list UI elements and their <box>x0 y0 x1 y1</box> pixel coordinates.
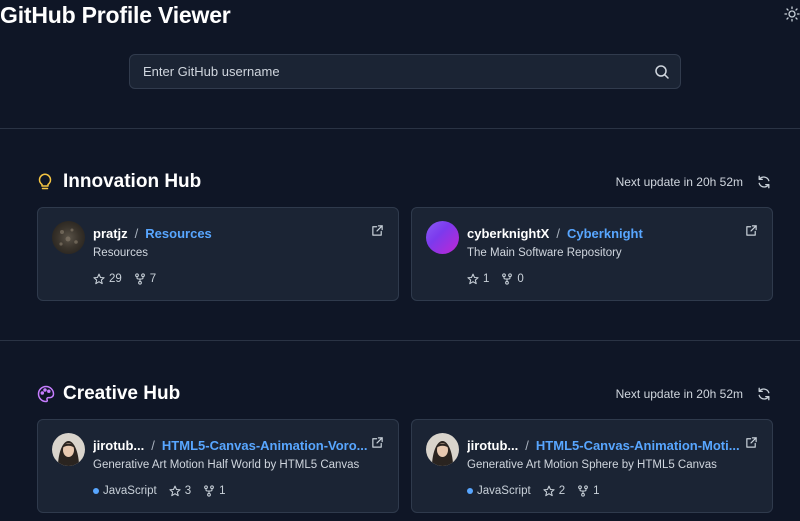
lightbulb-icon <box>37 172 55 192</box>
refresh-icon <box>758 175 770 189</box>
external-link-icon[interactable] <box>371 436 384 449</box>
repo-owner[interactable]: jirotub... <box>467 438 518 453</box>
repo-name-link[interactable]: Cyberknight <box>567 226 643 241</box>
hub-title: Creative Hub <box>63 383 181 404</box>
language-dot <box>93 488 99 494</box>
page-title: GitHub Profile Viewer <box>0 2 231 28</box>
repo-owner[interactable]: jirotub... <box>93 438 144 453</box>
divider <box>0 128 800 129</box>
repo-owner[interactable]: pratjz <box>93 226 128 241</box>
star-icon <box>467 273 479 285</box>
repo-description: The Main Software Repository <box>467 247 622 259</box>
search-bar <box>129 54 681 89</box>
star-icon <box>169 485 181 497</box>
repo-name-link[interactable]: HTML5-Canvas-Animation-Moti... <box>536 438 740 453</box>
hub-title: Innovation Hub <box>63 171 202 192</box>
external-link-icon[interactable] <box>745 224 758 237</box>
avatar <box>52 221 85 254</box>
repo-description: Generative Art Motion Half World by HTML… <box>93 459 360 471</box>
fork-count: 1 <box>577 485 600 497</box>
repo-name-link[interactable]: HTML5-Canvas-Animation-Voro... <box>162 438 368 453</box>
star-icon <box>543 485 555 497</box>
avatar <box>426 221 459 254</box>
repo-description: Generative Art Motion Sphere by HTML5 Ca… <box>467 459 717 471</box>
separator: / <box>556 225 560 241</box>
refresh-button[interactable] <box>757 386 773 402</box>
search-input[interactable] <box>130 64 644 79</box>
star-count: 1 <box>467 273 489 285</box>
separator: / <box>525 437 529 453</box>
search-icon <box>655 64 669 79</box>
external-link-icon[interactable] <box>371 224 384 237</box>
palette-icon <box>37 384 55 404</box>
separator: / <box>151 437 155 453</box>
hub-header-creative: Creative Hub Next update in 20h 52m <box>37 379 773 409</box>
next-update-text: Next update in 20h 52m <box>615 387 743 401</box>
language: JavaScript <box>93 485 157 497</box>
search-button[interactable] <box>644 55 680 88</box>
repo-card[interactable]: cyberknightX / Cyberknight The Main Soft… <box>411 207 773 301</box>
external-link-icon[interactable] <box>745 436 758 449</box>
refresh-icon <box>758 387 770 401</box>
repo-owner[interactable]: cyberknightX <box>467 226 549 241</box>
language: JavaScript <box>467 485 531 497</box>
repo-card[interactable]: jirotub... / HTML5-Canvas-Animation-Moti… <box>411 419 773 513</box>
fork-count: 0 <box>501 273 524 285</box>
repo-name-link[interactable]: Resources <box>145 226 211 241</box>
repo-description: Resources <box>93 247 148 259</box>
refresh-button[interactable] <box>757 174 773 190</box>
star-count: 2 <box>543 485 565 497</box>
avatar <box>426 433 459 466</box>
star-count: 29 <box>93 273 122 285</box>
star-count: 3 <box>169 485 191 497</box>
fork-icon <box>578 485 588 497</box>
avatar <box>52 433 85 466</box>
repo-card[interactable]: pratjz / Resources Resources 29 7 <box>37 207 399 301</box>
separator: / <box>134 225 139 241</box>
fork-icon <box>204 485 214 497</box>
star-icon <box>93 273 105 285</box>
fork-icon <box>502 273 513 285</box>
next-update-text: Next update in 20h 52m <box>615 175 743 189</box>
hub-header-innovation: Innovation Hub Next update in 20h 52m <box>37 167 773 197</box>
fork-count: 1 <box>203 485 226 497</box>
divider <box>0 340 800 341</box>
sun-icon[interactable] <box>784 6 800 22</box>
language-dot <box>467 488 473 494</box>
repo-card[interactable]: jirotub... / HTML5-Canvas-Animation-Voro… <box>37 419 399 513</box>
fork-icon <box>134 273 145 285</box>
fork-count: 7 <box>134 273 156 285</box>
